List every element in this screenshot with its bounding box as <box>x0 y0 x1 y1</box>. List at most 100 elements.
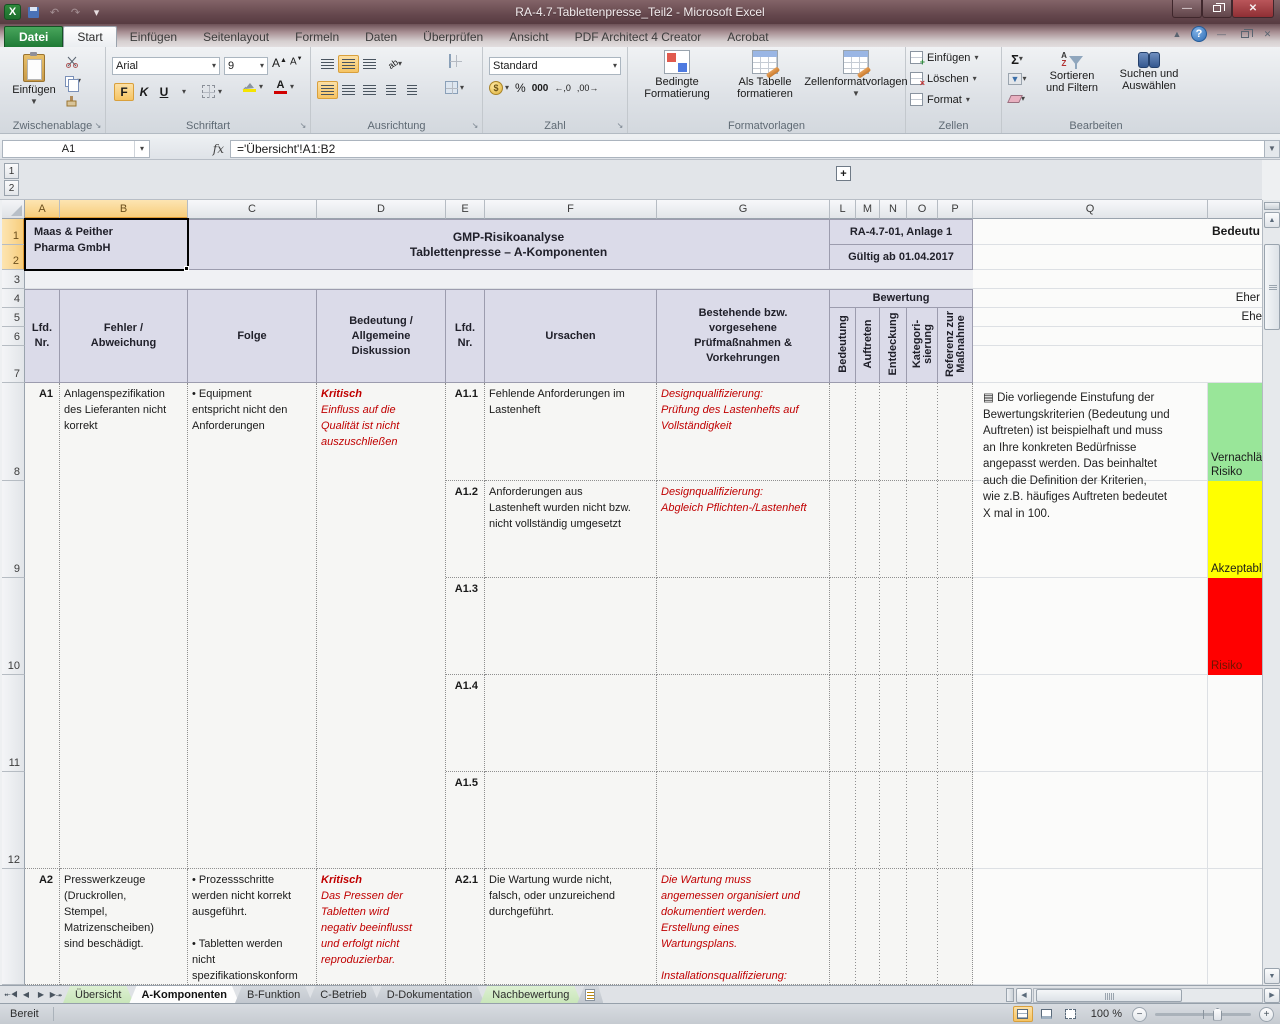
align-middle-button[interactable] <box>338 55 359 73</box>
cell-a14-massnahme[interactable] <box>657 675 830 772</box>
close-button[interactable]: ✕ <box>1232 0 1274 18</box>
formula-input[interactable]: ='Übersicht'!A1:B2 <box>230 140 1264 158</box>
selected-cell-company[interactable]: Maas & Peither Pharma GmbH <box>24 218 189 271</box>
last-sheet-button[interactable]: ▶⯮ <box>49 990 63 1000</box>
align-center-button[interactable] <box>338 81 359 99</box>
sheet-tab-d-dokumentation[interactable]: D-Dokumentation <box>375 986 485 1003</box>
fill-button[interactable]: ▼▾ <box>1006 69 1028 89</box>
header-ursachen[interactable]: Ursachen <box>485 289 657 383</box>
cell-q1[interactable] <box>973 219 1208 245</box>
font-name-select[interactable]: Arial▾ <box>112 57 220 75</box>
wrap-text-button[interactable] <box>449 55 451 67</box>
cell-a12-ursache[interactable]: Anforderungen aus Lastenheft wurden nich… <box>485 481 657 578</box>
row-header-11[interactable]: 11 <box>2 675 25 772</box>
fill-handle[interactable] <box>184 266 189 271</box>
align-left-button[interactable] <box>317 81 338 99</box>
row-header-9[interactable]: 9 <box>2 481 25 578</box>
minimize-button[interactable]: — <box>1172 0 1202 18</box>
number-dialog-launcher[interactable]: ↘ <box>615 121 625 131</box>
fill-color-button[interactable]: ▾ <box>242 81 263 92</box>
cell-valid-from[interactable]: Gültig ab 01.04.2017 <box>830 245 973 270</box>
undo-button[interactable]: ↶ <box>46 4 63 20</box>
risk-cell-acceptable[interactable]: Akzeptable <box>1208 481 1262 578</box>
row-header-2[interactable]: 2 <box>2 245 25 270</box>
tab-split-handle[interactable] <box>1006 988 1014 1002</box>
scroll-up-button[interactable]: ▲ <box>1264 212 1280 228</box>
header-lfd-nr2[interactable]: Lfd. Nr. <box>446 289 485 383</box>
risk-cell-low[interactable]: Vernachläs Risiko <box>1208 383 1262 481</box>
cell-a21-nr[interactable]: A2.1 <box>446 869 485 985</box>
cell-a11-nr[interactable]: A1.1 <box>446 383 485 481</box>
cut-button[interactable] <box>62 51 84 71</box>
col-header-d[interactable]: D <box>317 200 446 219</box>
zoom-out-button[interactable]: − <box>1132 1007 1147 1022</box>
col-header-o[interactable]: O <box>907 200 938 219</box>
header-folge[interactable]: Folge <box>188 289 317 383</box>
scroll-down-button[interactable]: ▼ <box>1264 968 1280 984</box>
zoom-in-button[interactable]: + <box>1259 1007 1274 1022</box>
sheet-tab-c-betrieb[interactable]: C-Betrieb <box>308 986 378 1003</box>
header-rating-bedeutung[interactable]: Bedeutung <box>830 308 856 383</box>
page-layout-view-button[interactable] <box>1037 1006 1057 1022</box>
rating-cells-a13[interactable] <box>830 578 973 675</box>
row-header-4[interactable]: 4 <box>2 289 25 308</box>
paste-button[interactable]: Einfügen ▼ <box>8 50 60 106</box>
vertical-scrollbar[interactable]: ▲ ▼ <box>1262 200 1280 985</box>
increase-indent-button[interactable] <box>401 81 422 99</box>
copy-button[interactable]: ▾ <box>62 71 84 91</box>
tab-datei[interactable]: Datei <box>4 26 63 47</box>
cell-styles-button[interactable]: Zellenformatvorlagen ▼ <box>808 47 904 98</box>
zoom-level[interactable]: 100 % <box>1091 1008 1122 1020</box>
header-rating-entdeckung[interactable]: Entdeckung <box>880 308 907 383</box>
font-size-select[interactable]: 9▾ <box>224 57 268 75</box>
rating-cells-a15[interactable] <box>830 772 973 869</box>
cell-legend-row5[interactable]: Ehe <box>1208 308 1262 327</box>
cell-a2-folge[interactable]: • Prozessschritte werden nicht korrekt a… <box>188 869 317 985</box>
rating-cells-a11[interactable] <box>830 383 973 481</box>
tab-einfuegen[interactable]: Einfügen <box>117 26 190 47</box>
cell-a15-massnahme[interactable] <box>657 772 830 869</box>
insert-cells-button[interactable]: +Einfügen▾ <box>906 47 1001 68</box>
clear-button[interactable]: ▾ <box>1006 89 1028 109</box>
tab-formeln[interactable]: Formeln <box>282 26 352 47</box>
cell-a13-nr[interactable]: A1.3 <box>446 578 485 675</box>
format-painter-button[interactable] <box>62 91 84 111</box>
row-header-13[interactable] <box>2 869 25 985</box>
name-box[interactable]: A1 ▾ <box>2 140 150 158</box>
tab-acrobat[interactable]: Acrobat <box>714 26 781 47</box>
select-all-corner[interactable] <box>2 200 25 219</box>
rating-cells-a12[interactable] <box>830 481 973 578</box>
bold-button[interactable]: F <box>114 83 134 101</box>
page-break-view-button[interactable] <box>1061 1006 1081 1022</box>
header-bewertung[interactable]: Bewertung <box>830 289 973 308</box>
tab-pdf-architect[interactable]: PDF Architect 4 Creator <box>562 26 715 47</box>
sheet-tab-a-komponenten[interactable]: A-Komponenten <box>129 986 239 1003</box>
col-header-a[interactable]: A <box>25 200 60 219</box>
sort-filter-button[interactable]: AZ Sortieren und Filtern <box>1036 49 1108 94</box>
cell-r3[interactable] <box>1208 270 1262 289</box>
row-header-3[interactable]: 3 <box>2 270 25 289</box>
merge-center-button[interactable]: ▾ <box>445 81 464 94</box>
cell-a14-nr[interactable]: A1.4 <box>446 675 485 772</box>
cell-a14-ursache[interactable] <box>485 675 657 772</box>
sheet-tab-b-funktion[interactable]: B-Funktion <box>235 986 312 1003</box>
cell-a12-nr[interactable]: A1.2 <box>446 481 485 578</box>
tab-ansicht[interactable]: Ansicht <box>496 26 561 47</box>
insert-function-button[interactable]: fx <box>213 142 224 156</box>
cell-a2-nr[interactable]: A2 <box>25 869 60 985</box>
font-dialog-launcher[interactable]: ↘ <box>298 121 308 131</box>
cell-a12-massnahme[interactable]: Designqualifizierung: Abgleich Pflichten… <box>657 481 830 578</box>
prev-sheet-button[interactable]: ◀ <box>19 990 33 999</box>
clipboard-dialog-launcher[interactable]: ↘ <box>93 121 103 131</box>
header-fehler[interactable]: Fehler / Abweichung <box>60 289 188 383</box>
cell-q2[interactable] <box>973 245 1208 270</box>
name-box-dropdown[interactable]: ▾ <box>134 141 149 157</box>
tab-ueberpruefen[interactable]: Überprüfen <box>410 26 496 47</box>
collapse-ribbon-icon[interactable]: ▲ <box>1169 29 1185 39</box>
row-header-1[interactable]: 1 <box>2 219 25 245</box>
format-cells-button[interactable]: Format▾ <box>906 89 1001 110</box>
horizontal-scroll-thumb[interactable] <box>1036 989 1182 1002</box>
col-header-l[interactable]: L <box>830 200 856 219</box>
orientation-button[interactable]: ab▾ <box>380 55 410 73</box>
sheet-tab-uebersicht[interactable]: Übersicht <box>63 986 133 1003</box>
